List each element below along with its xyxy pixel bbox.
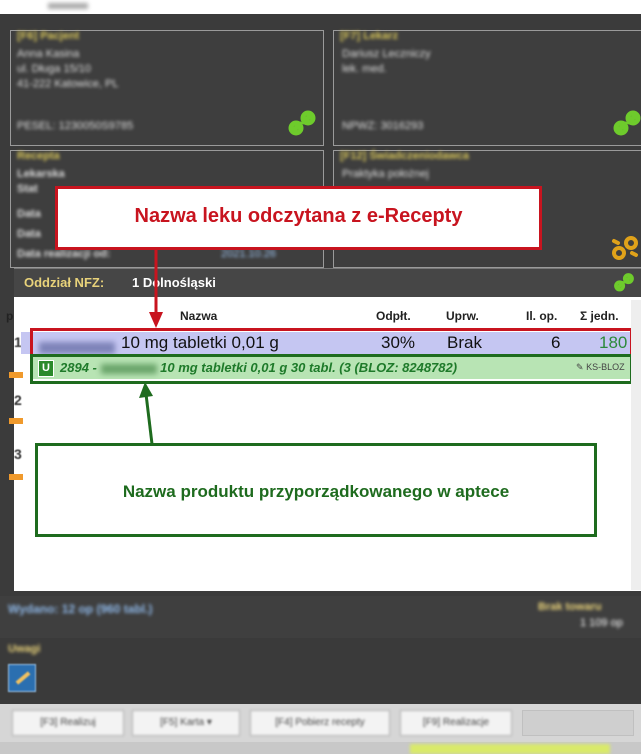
prescription-status: Stat [17, 183, 38, 195]
link-icon[interactable] [612, 109, 641, 139]
provider-name: Praktyka położnej [342, 168, 429, 180]
patient-pesel: PESEL: 1230050S9785 [17, 120, 134, 132]
callout-e-prescription-text: Nazwa leku odczytana z e-Recepty [134, 205, 463, 227]
stock-label: Brak towaru [538, 601, 602, 613]
link-icon[interactable] [612, 272, 636, 294]
bottom-tab-strip [0, 742, 641, 754]
orange-marker [9, 474, 23, 480]
row-number: 2 [14, 392, 22, 408]
orange-marker [9, 372, 23, 378]
doctor-panel-title: [F7] Lekarz [340, 30, 399, 42]
provider-panel-title: [F12] Świadczeniodawca [340, 150, 469, 162]
card-button[interactable]: [F5] Karta ▾ [132, 710, 240, 736]
red-arrow [149, 250, 163, 328]
col-header-suma[interactable]: Σ jedn. [580, 309, 619, 323]
doctor-npwz: NPWZ: 3016293 [342, 120, 424, 132]
prescription-date-2: Data [17, 228, 41, 240]
fetch-prescriptions-button[interactable]: [F4] Pobierz recepty [250, 710, 390, 736]
orange-marker [9, 418, 23, 424]
row-number: 3 [14, 446, 22, 462]
product-highlight-frame [30, 354, 633, 384]
prescription-date-1: Data [17, 208, 41, 220]
patient-name: Anna Kasina [17, 48, 80, 60]
link-icon[interactable] [287, 109, 317, 139]
patient-panel-title: [F6] Pacjent [17, 30, 80, 42]
nfz-label: Oddział NFZ: [24, 275, 105, 290]
doctor-name: Dariusz Leczniczy [342, 48, 431, 60]
top-strip [0, 0, 641, 14]
patient-city: 41-222 Katowice, PL [17, 78, 119, 90]
realize-button[interactable]: [F3] Realizuj [12, 710, 124, 736]
doctor-panel: [F7] Lekarz Dariusz Leczniczy lek. med. … [333, 30, 641, 146]
drug-name-highlight-frame [30, 328, 633, 357]
notes-area: Uwagi [0, 638, 641, 704]
col-header-lp: p [6, 309, 14, 323]
callout-pharmacy-product: Nazwa produktu przyporządkowanego w apte… [35, 443, 597, 537]
prescription-type: Lekarska [17, 168, 65, 180]
col-header-name[interactable]: Nazwa [180, 309, 217, 323]
notes-label: Uwagi [8, 643, 41, 655]
status-bar: Wydano: 12 op (960 tabl.) Brak towaru 1 … [0, 596, 641, 638]
patient-address: ul. Długa 15/10 [17, 63, 91, 75]
stock-value: 1 109 op [580, 617, 623, 629]
doctor-title: lek. med. [342, 63, 387, 75]
broken-link-icon[interactable] [610, 233, 640, 263]
prescription-panel-title: Recepta [17, 150, 60, 162]
col-header-uprawnienia[interactable]: Uprw. [446, 309, 479, 323]
nfz-value: 1 Dolnośląski [132, 275, 216, 290]
col-header-odplatnosc[interactable]: Odpłt. [376, 309, 411, 323]
callout-e-prescription: Nazwa leku odczytana z e-Recepty [55, 186, 542, 250]
realizations-button[interactable]: [F9] Realizacje [400, 710, 512, 736]
table-scrollbar[interactable] [631, 300, 641, 590]
col-header-il-op[interactable]: Il. op. [526, 309, 557, 323]
callout-pharmacy-product-text: Nazwa produktu przyporządkowanego w apte… [122, 482, 510, 501]
edit-notes-icon[interactable] [8, 664, 36, 692]
issued-summary: Wydano: 12 op (960 tabl.) [8, 602, 153, 616]
disabled-button [522, 710, 634, 736]
green-arrow [139, 382, 154, 445]
nfz-bar: Oddział NFZ: 1 Dolnośląski [14, 268, 641, 297]
patient-panel: [F6] Pacjent Anna Kasina ul. Długa 15/10… [10, 30, 324, 146]
